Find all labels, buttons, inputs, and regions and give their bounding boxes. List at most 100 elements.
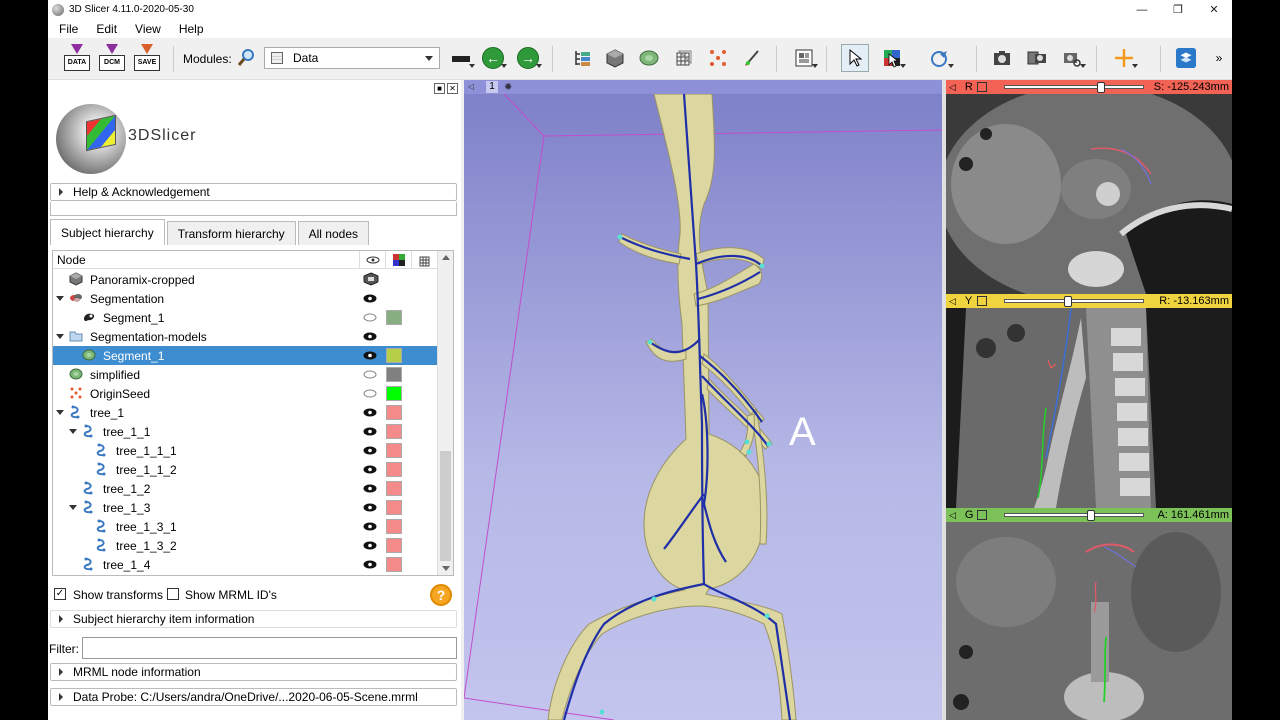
red-slice-slider[interactable]: [1004, 82, 1144, 93]
red-slice-view[interactable]: ◁ R S: -125.243mm: [946, 80, 1232, 294]
color-swatch[interactable]: [386, 481, 402, 496]
eye-icon[interactable]: [363, 522, 377, 531]
tree-row[interactable]: tree_1_4: [53, 555, 437, 574]
color-swatch[interactable]: [386, 557, 402, 572]
link-icon[interactable]: [976, 296, 987, 306]
color-swatch[interactable]: [386, 367, 402, 382]
tab-transform-hierarchy[interactable]: Transform hierarchy: [166, 221, 296, 245]
tree-row[interactable]: simplified: [53, 365, 437, 384]
color-swatch[interactable]: [386, 386, 402, 401]
help-icon[interactable]: ?: [430, 584, 452, 606]
menu-help[interactable]: Help: [168, 22, 211, 36]
load-data-button[interactable]: DATA: [64, 44, 90, 72]
expand-arrow-icon[interactable]: [56, 296, 64, 301]
expand-arrow-icon[interactable]: [69, 505, 77, 510]
transforms-module-button[interactable]: [670, 44, 698, 72]
layout-button[interactable]: [790, 44, 818, 72]
3d-view-number[interactable]: 1: [486, 81, 498, 93]
place-mode-button[interactable]: [926, 44, 954, 72]
filter-input[interactable]: [82, 637, 457, 659]
save-button[interactable]: SAVE: [134, 44, 160, 72]
tree-row[interactable]: tree_1_1_2: [53, 460, 437, 479]
pin-icon[interactable]: ◁: [949, 82, 956, 93]
data-probe-section[interactable]: Data Probe: C:/Users/andra/OneDrive/...2…: [50, 688, 457, 706]
crosshair-button[interactable]: [1110, 44, 1138, 72]
expand-arrow-icon[interactable]: [56, 334, 64, 339]
subject-hierarchy-item-info-section[interactable]: Subject hierarchy item information: [50, 610, 457, 628]
node-column-header[interactable]: Node: [57, 253, 359, 267]
volume-visibility-icon[interactable]: [363, 272, 379, 286]
visibility-column-header[interactable]: [359, 251, 385, 269]
tree-row[interactable]: tree_1_3_1: [53, 517, 437, 536]
crosshair-color-button[interactable]: [878, 44, 906, 72]
eye-icon[interactable]: [363, 446, 377, 455]
eye-icon[interactable]: [363, 465, 377, 474]
close-panel-icon[interactable]: ✕: [447, 83, 458, 94]
next-module-button[interactable]: →: [514, 44, 542, 72]
tree-row[interactable]: tree_1_3: [53, 498, 437, 517]
scroll-thumb[interactable]: [440, 451, 451, 561]
tree-row[interactable]: OriginSeed: [53, 384, 437, 403]
color-column-header[interactable]: [385, 251, 411, 269]
tree-row[interactable]: Segment_1: [53, 346, 437, 365]
eye-closed-icon[interactable]: [363, 389, 377, 398]
undock-icon[interactable]: ■: [434, 83, 445, 94]
color-swatch[interactable]: [386, 443, 402, 458]
yellow-slice-slider[interactable]: [1004, 296, 1144, 307]
minimize-button[interactable]: —: [1124, 0, 1160, 19]
eye-icon[interactable]: [363, 541, 377, 550]
red-slice-slider-handle[interactable]: [1097, 82, 1105, 93]
eye-icon[interactable]: [363, 427, 377, 436]
scene-views-button[interactable]: [1023, 44, 1051, 72]
menu-edit[interactable]: Edit: [85, 22, 124, 36]
toolbar-more-button[interactable]: »: [1210, 44, 1228, 72]
eye-icon[interactable]: [363, 294, 377, 303]
tree-row[interactable]: tree_1_1: [53, 422, 437, 441]
color-swatch[interactable]: [386, 519, 402, 534]
expand-arrow-icon[interactable]: [69, 429, 77, 434]
tree-scrollbar[interactable]: [437, 251, 453, 575]
tree-row[interactable]: tree_1: [53, 403, 437, 422]
color-swatch[interactable]: [386, 500, 402, 515]
tree-row[interactable]: Segmentation-models: [53, 327, 437, 346]
markups-module-button[interactable]: [704, 44, 732, 72]
pin-icon[interactable]: ◁: [949, 510, 956, 521]
load-dicom-button[interactable]: DCM: [99, 44, 125, 72]
scroll-up-icon[interactable]: [442, 255, 450, 260]
green-slice-slider-handle[interactable]: [1087, 510, 1095, 521]
green-slice-slider[interactable]: [1004, 510, 1144, 521]
color-swatch[interactable]: [386, 424, 402, 439]
pin-icon[interactable]: ◁: [468, 82, 478, 92]
tree-row[interactable]: Segment_1: [53, 308, 437, 327]
color-swatch[interactable]: [386, 310, 402, 325]
eye-icon[interactable]: [363, 408, 377, 417]
color-swatch[interactable]: [386, 538, 402, 553]
help-acknowledgement-section[interactable]: Help & Acknowledgement: [50, 183, 457, 201]
models-module-button[interactable]: [635, 44, 663, 72]
python-console-button[interactable]: [1172, 44, 1200, 72]
editor-module-button[interactable]: [738, 44, 766, 72]
close-button[interactable]: ✕: [1196, 0, 1232, 19]
tree-row[interactable]: Segmentation: [53, 289, 437, 308]
module-history-button[interactable]: [447, 44, 475, 72]
color-swatch[interactable]: [386, 348, 402, 363]
tree-row[interactable]: Panoramix-cropped: [53, 270, 437, 289]
extension-manager-button[interactable]: [1058, 44, 1086, 72]
tree-row[interactable]: tree_1_1_1: [53, 441, 437, 460]
expand-arrow-icon[interactable]: [56, 410, 64, 415]
mrml-node-info-section[interactable]: MRML node information: [50, 663, 457, 681]
pin-icon[interactable]: ◁: [949, 296, 956, 307]
volumes-module-button[interactable]: [601, 44, 629, 72]
select-mode-button[interactable]: [841, 44, 869, 72]
eye-icon[interactable]: [363, 560, 377, 569]
color-swatch[interactable]: [386, 462, 402, 477]
eye-icon[interactable]: [363, 484, 377, 493]
show-mrml-ids-checkbox[interactable]: [167, 588, 179, 600]
eye-icon[interactable]: [363, 503, 377, 512]
eye-icon[interactable]: [363, 351, 377, 360]
yellow-slice-view[interactable]: ◁ Y R: -13.163mm: [946, 294, 1232, 508]
data-module-button[interactable]: [568, 44, 596, 72]
menu-file[interactable]: File: [48, 22, 85, 36]
previous-module-button[interactable]: ←: [479, 44, 507, 72]
eye-icon[interactable]: [363, 332, 377, 341]
